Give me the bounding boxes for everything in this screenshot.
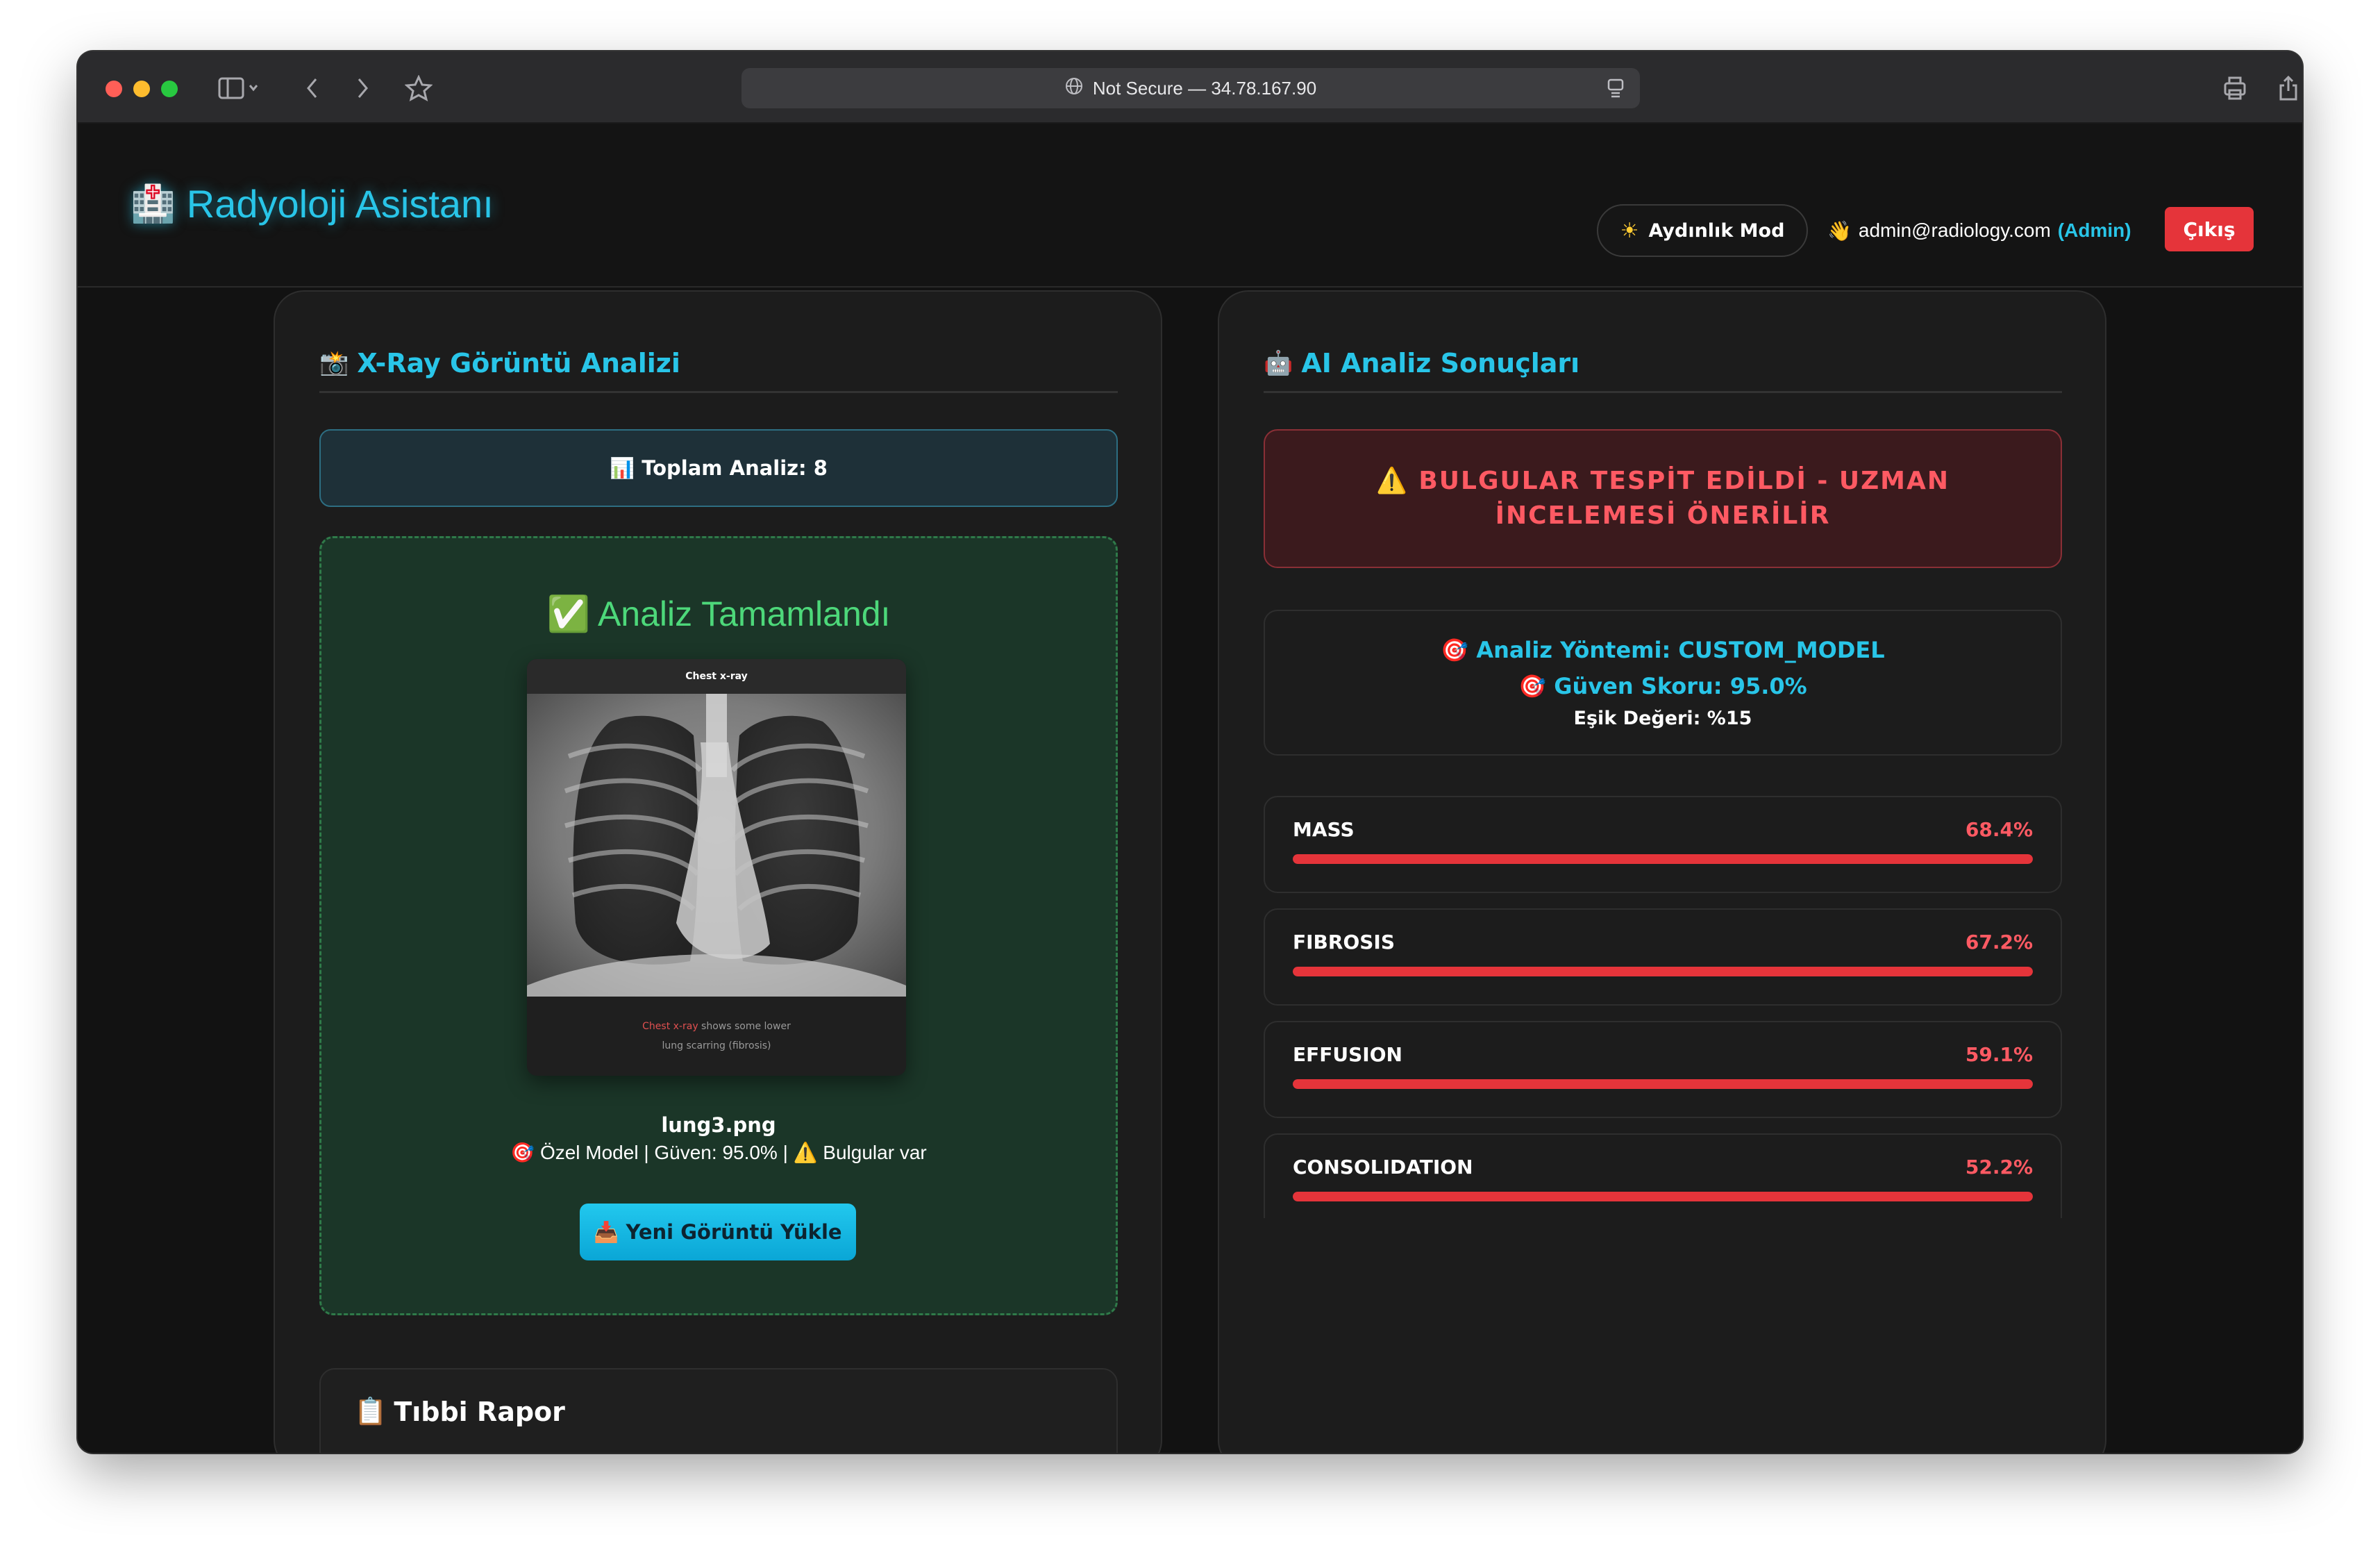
finding-label: CONSOLIDATION	[1293, 1156, 1473, 1179]
sidebar-toggle-icon[interactable]	[211, 71, 267, 106]
address-text: Not Secure — 34.78.167.90	[1092, 77, 1317, 99]
caption-rest: shows some lower	[698, 1021, 791, 1032]
xray-panel-title-text: X-Ray Görüntü Analizi	[357, 347, 680, 378]
reader-mode-icon[interactable]	[1607, 78, 1625, 103]
theme-toggle-label: Aydınlık Mod	[1648, 219, 1785, 242]
browser-window: Not Secure — 34.78.167.90 🏥 Radyoloji As…	[78, 51, 2302, 1453]
finding-progress-bar	[1293, 854, 2033, 864]
caption-line-2: lung scarring (fibrosis)	[662, 1040, 771, 1051]
analysis-result-dropzone[interactable]: ✅ Analiz Tamamlandı Chest x-ray Chest x-…	[319, 536, 1118, 1315]
upload-button-label: Yeni Görüntü Yükle	[626, 1220, 842, 1244]
medical-report-section: 📋 Tıbbi Rapor	[319, 1368, 1118, 1453]
xray-image-header: Chest x-ray	[527, 659, 906, 694]
finding-percent: 52.2%	[1965, 1156, 2033, 1179]
bookmark-star-icon[interactable]	[401, 71, 436, 106]
target-icon: 🎯	[510, 1142, 535, 1163]
finding-progress-bar	[1293, 967, 2033, 976]
total-analysis-box: 📊 Toplam Analiz: 8	[319, 429, 1118, 507]
caption-highlight: Chest x-ray	[642, 1021, 698, 1032]
camera-icon: 📸	[319, 349, 349, 377]
finding-percent: 68.4%	[1965, 818, 2033, 841]
user-role: (Admin)	[2057, 219, 2131, 241]
print-icon[interactable]	[2218, 71, 2252, 106]
ai-results-panel: 🤖 AI Analiz Sonuçları ⚠️ BULGULAR TESPİT…	[1218, 290, 2106, 1453]
forward-icon[interactable]	[349, 71, 376, 106]
analysis-meta-text: Özel Model | Güven: 95.0% | ⚠️ Bulgular …	[539, 1142, 927, 1163]
chest-xray-image	[527, 694, 906, 997]
finding-label: FIBROSIS	[1293, 931, 1395, 954]
finding-progress-bar	[1293, 1079, 2033, 1089]
finding-progress-bar	[1293, 1192, 2033, 1201]
finding-label: EFFUSION	[1293, 1043, 1402, 1066]
finding-progress-fill	[1293, 967, 2033, 976]
hospital-icon: 🏥	[131, 183, 176, 224]
analysis-complete-heading: ✅ Analiz Tamamlandı	[321, 594, 1116, 635]
brand-title: Radyoloji Asistanı	[186, 181, 494, 226]
globe-icon	[1065, 77, 1083, 100]
finding-percent: 67.2%	[1965, 931, 2033, 954]
finding-item: CONSOLIDATION 52.2%	[1264, 1133, 2062, 1218]
xray-analysis-panel: 📸 X-Ray Görüntü Analizi 📊 Toplam Analiz:…	[274, 290, 1162, 1453]
app-header: 🏥 Radyoloji Asistanı ☀ Aydınlık Mod 👋 ad…	[78, 124, 2302, 288]
xray-panel-title: 📸 X-Ray Görüntü Analizi	[319, 335, 1118, 393]
bar-chart-icon: 📊	[610, 456, 635, 480]
sun-icon: ☀	[1620, 218, 1639, 243]
close-window-button[interactable]	[106, 81, 122, 97]
waving-hand-icon: 👋	[1827, 219, 1852, 242]
finding-item: MASS 68.4%	[1264, 796, 2062, 893]
finding-item: EFFUSION 59.1%	[1264, 1021, 2062, 1118]
address-bar[interactable]: Not Secure — 34.78.167.90	[741, 68, 1640, 108]
minimize-window-button[interactable]	[133, 81, 150, 97]
finding-progress-fill	[1293, 1079, 2033, 1089]
analysis-meta: 🎯 Özel Model | Güven: 95.0% | ⚠️ Bulgula…	[321, 1141, 1116, 1164]
back-icon[interactable]	[299, 71, 326, 106]
theme-toggle-button[interactable]: ☀ Aydınlık Mod	[1597, 204, 1808, 257]
total-analysis-text: Toplam Analiz: 8	[642, 456, 828, 480]
maximize-window-button[interactable]	[161, 81, 178, 97]
finding-progress-fill	[1293, 1192, 2033, 1201]
finding-label: MASS	[1293, 818, 1355, 841]
clipboard-icon: 📋	[354, 1396, 387, 1426]
medical-report-title-text: Tıbbi Rapor	[394, 1396, 565, 1427]
medical-report-title: 📋 Tıbbi Rapor	[354, 1396, 565, 1427]
browser-toolbar: Not Secure — 34.78.167.90	[78, 51, 2302, 124]
xray-preview: Chest x-ray Chest x-ray shows some lower…	[527, 659, 906, 1076]
xray-image-caption: Chest x-ray shows some lower lung scarri…	[527, 997, 906, 1076]
analysis-complete-text: Analiz Tamamlandı	[597, 594, 891, 633]
user-email: admin@radiology.com	[1858, 219, 2051, 241]
findings-list[interactable]: MASS 68.4% FIBROSIS 67.2% EFFUSION 59.1%…	[1219, 292, 2105, 1218]
check-mark-icon: ✅	[546, 594, 590, 633]
share-icon[interactable]	[2274, 71, 2302, 106]
file-name: lung3.png	[661, 1113, 776, 1137]
upload-new-image-button[interactable]: 📥 Yeni Görüntü Yükle	[580, 1204, 856, 1260]
inbox-tray-icon: 📥	[594, 1219, 619, 1244]
logout-button[interactable]: Çıkış	[2165, 207, 2254, 251]
finding-percent: 59.1%	[1965, 1043, 2033, 1066]
finding-item: FIBROSIS 67.2%	[1264, 908, 2062, 1006]
app-brand[interactable]: 🏥 Radyoloji Asistanı	[131, 151, 494, 256]
finding-progress-fill	[1293, 854, 2033, 864]
user-info: 👋 admin@radiology.com (Admin)	[1827, 204, 2131, 257]
